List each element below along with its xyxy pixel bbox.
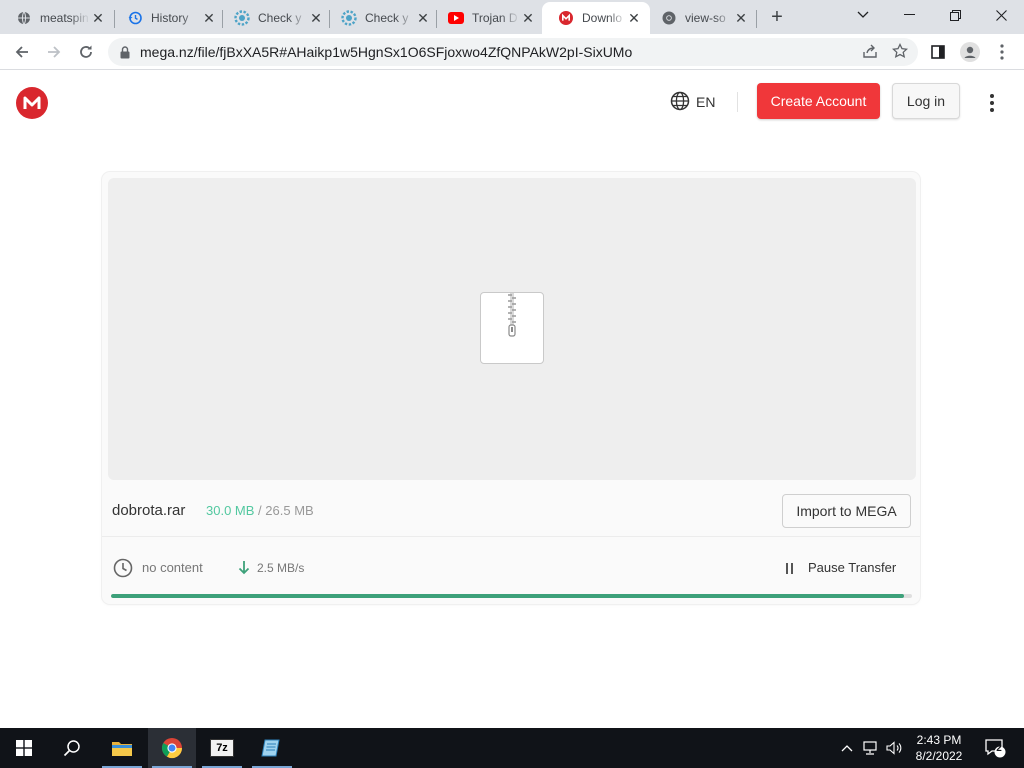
file-name: dobrota.rar	[112, 502, 186, 519]
notification-count: 2	[996, 743, 1002, 754]
more-menu-icon[interactable]	[982, 92, 1002, 114]
close-tab-icon[interactable]: ✕	[201, 10, 217, 26]
tab-history[interactable]: History ✕	[111, 2, 225, 34]
minimize-icon[interactable]	[886, 0, 932, 30]
tab-trojan[interactable]: Trojan D ✕	[432, 2, 544, 34]
windows-taskbar: 7z 2:43 PM 8/2/2022 2	[0, 728, 1024, 768]
chrome-menu-icon[interactable]	[988, 38, 1016, 66]
gear-icon	[234, 10, 250, 26]
tab-title: Trojan D	[472, 11, 518, 25]
notepad-icon[interactable]	[248, 728, 296, 768]
history-icon	[127, 10, 143, 26]
download-progress-fill	[111, 594, 904, 598]
file-preview-area	[108, 178, 916, 480]
tab-search-icon[interactable]	[840, 0, 886, 30]
close-tab-icon[interactable]: ✕	[520, 10, 536, 26]
restore-icon[interactable]	[932, 0, 978, 30]
tab-meatspin[interactable]: meatspin ✕	[0, 2, 114, 34]
file-download-card: dobrota.rar 30.0 MB / 26.5 MB Import to …	[102, 172, 920, 604]
download-progress-bar	[111, 594, 912, 598]
downloaded-size: 30.0 MB	[206, 503, 255, 518]
share-icon[interactable]	[862, 43, 878, 64]
download-arrow-icon	[238, 560, 250, 576]
clock-time: 2:43 PM	[916, 733, 962, 747]
browser-toolbar: mega.nz/file/fjBxXA5R#AHaikp1w5HgnSx1O6S…	[0, 34, 1024, 70]
file-explorer-icon[interactable]	[98, 728, 146, 768]
header-divider	[737, 92, 738, 112]
import-to-mega-button[interactable]: Import to MEGA	[782, 494, 911, 528]
tab-check-1[interactable]: Check y ✕	[218, 2, 332, 34]
browser-tab-strip: meatspin ✕ History ✕ Check y ✕ Check y ✕…	[0, 0, 1024, 34]
lock-icon[interactable]	[120, 45, 130, 59]
new-tab-button[interactable]: +	[766, 6, 788, 28]
clock-icon	[113, 558, 133, 578]
system-clock[interactable]: 2:43 PM 8/2/2022	[906, 732, 972, 764]
address-bar[interactable]: mega.nz/file/fjBxXA5R#AHaikp1w5HgnSx1O6S…	[108, 38, 918, 66]
7zip-label: 7z	[210, 739, 234, 757]
tab-title: view-so	[685, 11, 726, 25]
start-button[interactable]	[0, 728, 48, 768]
pause-icon[interactable]	[786, 563, 796, 575]
tab-check-2[interactable]: Check y ✕	[325, 2, 439, 34]
network-icon[interactable]	[860, 728, 882, 768]
create-account-button[interactable]: Create Account	[757, 83, 880, 119]
size-separator: /	[258, 503, 262, 518]
pause-transfer-button[interactable]: Pause Transfer	[808, 560, 896, 575]
close-tab-icon[interactable]: ✕	[415, 10, 431, 26]
url-text[interactable]: mega.nz/file/fjBxXA5R#AHaikp1w5HgnSx1O6S…	[140, 44, 632, 60]
close-tab-icon[interactable]: ✕	[90, 10, 106, 26]
tab-title: Check y	[365, 11, 409, 25]
search-icon[interactable]	[48, 728, 96, 768]
notification-center-icon[interactable]: 2	[980, 728, 1010, 768]
chrome-icon	[661, 10, 677, 26]
mega-logo[interactable]	[16, 87, 48, 119]
card-divider	[102, 536, 920, 537]
gear-icon	[341, 10, 357, 26]
language-label: EN	[696, 94, 716, 110]
time-remaining: no content	[142, 560, 203, 575]
total-size: 26.5 MB	[265, 503, 314, 518]
chrome-icon[interactable]	[148, 728, 196, 768]
tab-title: Downlo	[582, 11, 623, 25]
youtube-icon	[448, 10, 464, 26]
login-button[interactable]: Log in	[892, 83, 960, 119]
tab-view-source[interactable]: view-so ✕	[645, 2, 757, 34]
language-selector[interactable]: EN	[670, 91, 715, 113]
archive-file-icon	[480, 292, 544, 364]
clock-date: 8/2/2022	[915, 749, 963, 763]
show-hidden-icons-icon[interactable]	[838, 728, 856, 768]
mega-icon	[558, 10, 574, 26]
tab-title: History	[151, 11, 189, 25]
7zip-icon[interactable]: 7z	[198, 728, 246, 768]
close-tab-icon[interactable]: ✕	[308, 10, 324, 26]
forward-icon[interactable]	[40, 38, 68, 66]
profile-avatar-icon[interactable]	[956, 38, 984, 66]
side-panel-icon[interactable]	[924, 38, 952, 66]
close-tab-icon[interactable]: ✕	[733, 10, 749, 26]
bookmark-star-icon[interactable]	[891, 42, 909, 64]
tab-title: meatspin	[40, 11, 89, 25]
reload-icon[interactable]	[72, 38, 100, 66]
tab-separator	[756, 10, 757, 28]
globe-icon	[16, 10, 32, 26]
back-icon[interactable]	[8, 38, 36, 66]
transfer-speed: 2.5 MB/s	[257, 561, 305, 575]
close-window-icon[interactable]	[978, 0, 1024, 30]
tab-title: Check y	[258, 11, 302, 25]
close-tab-icon[interactable]: ✕	[626, 10, 642, 26]
tab-download-mega[interactable]: Downlo ✕	[542, 2, 650, 34]
volume-icon[interactable]	[884, 728, 906, 768]
file-size: 30.0 MB / 26.5 MB	[206, 503, 314, 518]
globe-icon	[670, 91, 690, 114]
